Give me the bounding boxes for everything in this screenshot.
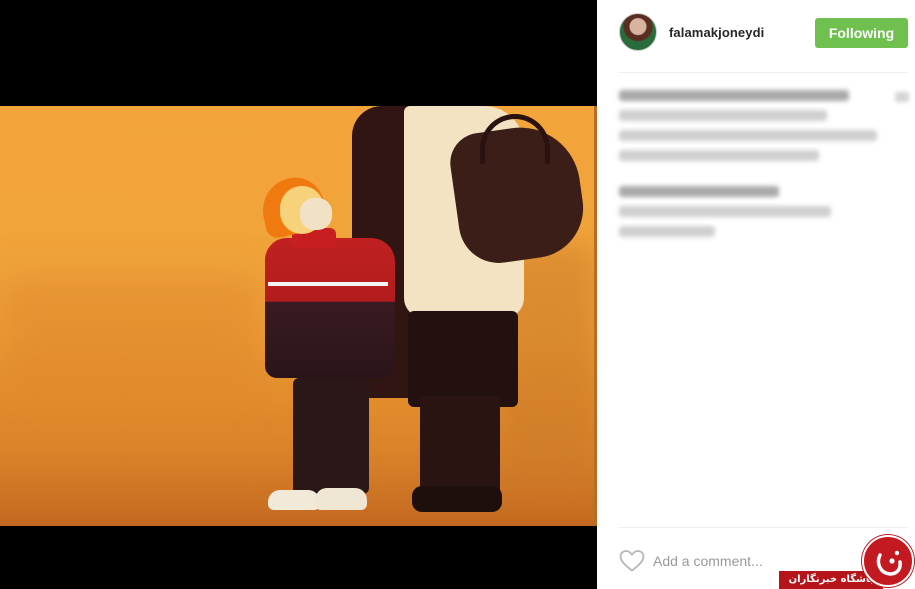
blurred-caption-line xyxy=(619,110,827,121)
news-agency-logo xyxy=(862,535,914,587)
following-button[interactable]: Following xyxy=(815,18,908,48)
photo-haze-left xyxy=(0,276,260,396)
figure-adult-shoes xyxy=(412,486,502,512)
more-options-icon[interactable] xyxy=(895,92,909,102)
blurred-caption-line xyxy=(619,150,819,161)
blurred-comment-line xyxy=(619,186,779,197)
figure-adult-skirt xyxy=(408,311,518,407)
post-header: falamakjoneydi Following xyxy=(597,0,915,72)
comment-divider xyxy=(619,527,908,528)
blurred-caption-line xyxy=(619,90,849,101)
figure-child-mask xyxy=(300,198,332,230)
blurred-comment-line xyxy=(619,226,715,237)
header-divider xyxy=(619,72,908,73)
avatar[interactable] xyxy=(619,13,657,51)
figure-child-jacket-stripe xyxy=(268,282,388,286)
logo-mark-icon xyxy=(876,550,902,576)
heart-outline-icon[interactable] xyxy=(619,549,645,573)
figure-child-jacket xyxy=(265,238,395,378)
username-link[interactable]: falamakjoneydi xyxy=(669,25,764,40)
post-side-panel: falamakjoneydi Following xyxy=(597,0,915,589)
figure-child-shoe-left xyxy=(268,490,320,510)
post-media-panel xyxy=(0,0,597,589)
blurred-caption-line xyxy=(619,130,877,141)
figure-child-shoe-right xyxy=(315,488,367,510)
blurred-caption xyxy=(619,90,909,250)
blurred-comment-line xyxy=(619,206,831,217)
figure-child-pants xyxy=(293,378,369,494)
post-photo[interactable] xyxy=(0,106,597,526)
